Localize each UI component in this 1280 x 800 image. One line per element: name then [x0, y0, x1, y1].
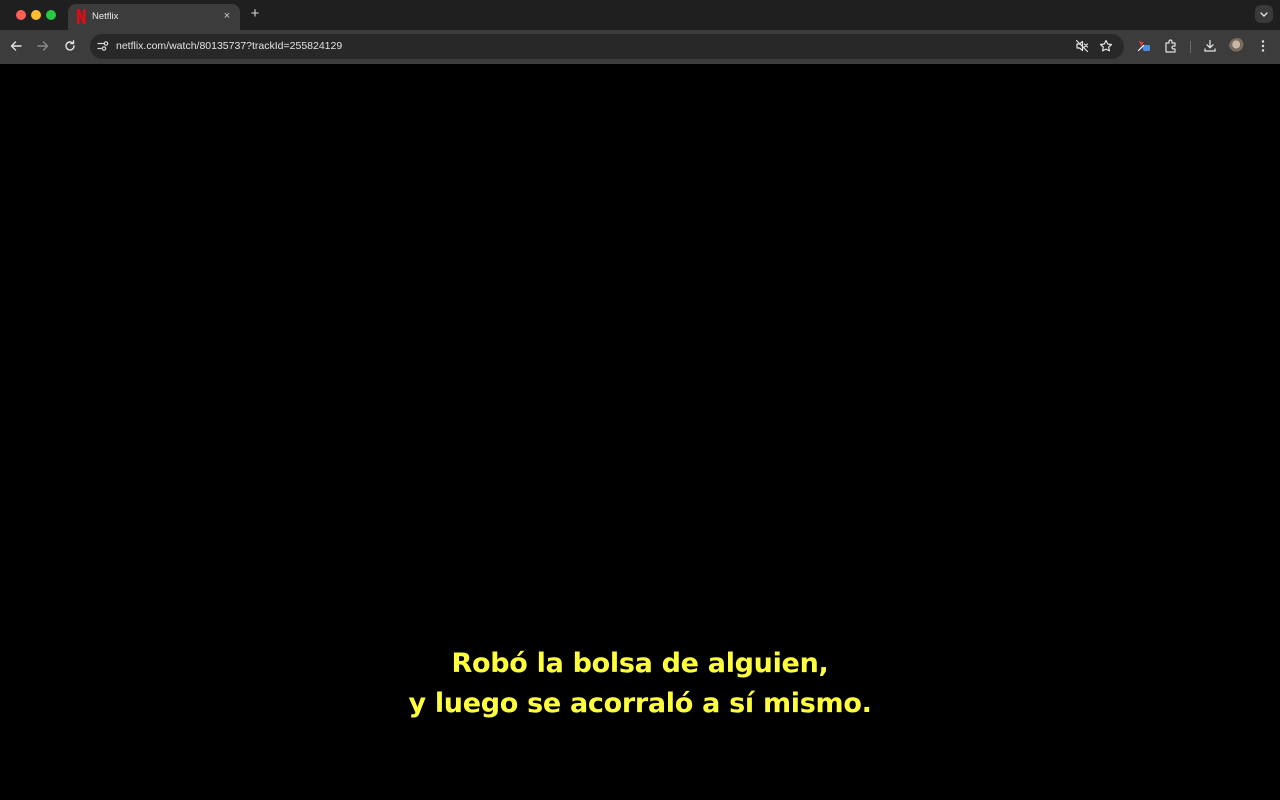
close-window-button[interactable] [16, 10, 26, 20]
zoom-window-button[interactable] [46, 10, 56, 20]
muted-icon[interactable] [1075, 39, 1089, 53]
chevron-down-icon [1260, 12, 1268, 17]
extension-icon[interactable] [1136, 38, 1152, 54]
puzzle-icon[interactable] [1163, 38, 1179, 54]
url-text[interactable]: netflix.com/watch/80135737?trackId=25582… [116, 40, 342, 53]
netflix-n-icon [77, 9, 86, 24]
new-tab-button[interactable]: + [247, 6, 263, 22]
forward-icon[interactable] [35, 38, 51, 54]
download-icon[interactable] [1202, 38, 1218, 54]
back-icon[interactable] [8, 38, 24, 54]
address-bar[interactable]: netflix.com/watch/80135737?trackId=25582… [90, 34, 1124, 59]
tab-strip: Netflix × + [0, 0, 1280, 30]
reload-icon[interactable] [62, 38, 78, 54]
subtitle-line-1: Robó la bolsa de alguien, [451, 648, 829, 679]
site-info-icon[interactable] [96, 39, 110, 53]
toolbar-separator [1190, 41, 1191, 53]
minimize-window-button[interactable] [31, 10, 41, 20]
tab-title: Netflix [92, 11, 119, 22]
subtitle-line-2: y luego se acorraló a sí mismo. [408, 688, 872, 719]
tab-search-button[interactable] [1255, 5, 1273, 23]
video-player[interactable]: Robó la bolsa de alguien, y luego se aco… [0, 64, 1280, 800]
bookmark-star-icon[interactable] [1099, 39, 1113, 53]
menu-icon[interactable] [1255, 38, 1271, 54]
toolbar: netflix.com/watch/80135737?trackId=25582… [0, 30, 1280, 64]
tab-netflix[interactable]: Netflix × [68, 4, 240, 30]
tab-close-icon[interactable]: × [220, 9, 234, 23]
subtitles: Robó la bolsa de alguien, y luego se aco… [0, 644, 1280, 724]
profile-avatar[interactable] [1229, 38, 1245, 54]
browser-chrome: Netflix × + netflix.com/watch/80135737?t… [0, 0, 1280, 64]
